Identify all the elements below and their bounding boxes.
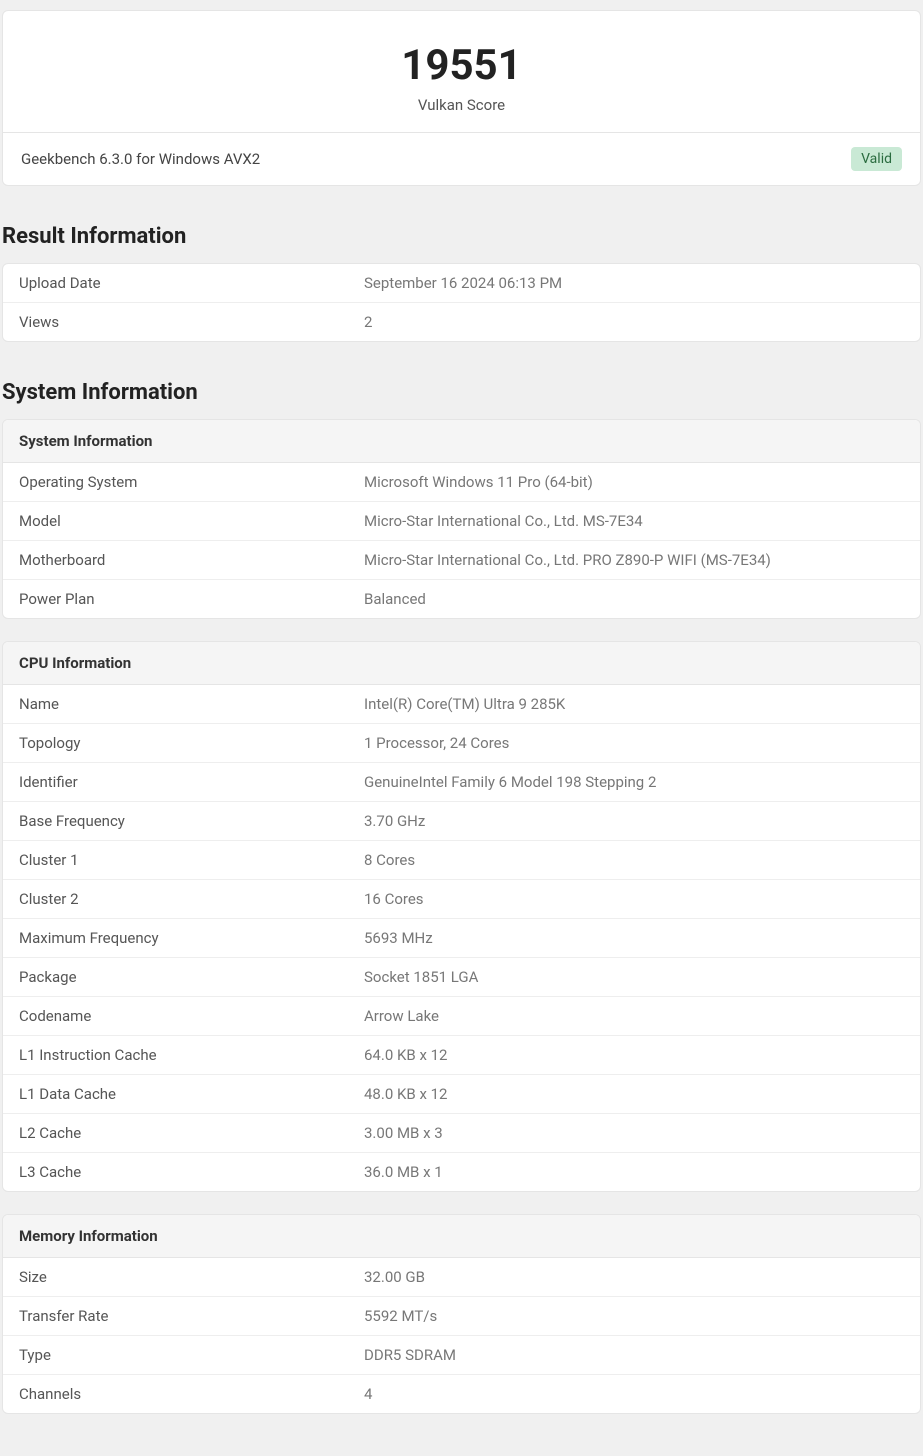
- row-val: September 16 2024 06:13 PM: [364, 274, 904, 292]
- result-table: Upload Date September 16 2024 06:13 PM V…: [2, 263, 921, 342]
- row-val: 2: [364, 313, 904, 331]
- row-key: Upload Date: [19, 274, 364, 292]
- row-key: Codename: [19, 1007, 364, 1025]
- table-header: CPU Information: [3, 642, 920, 685]
- row-val: 16 Cores: [364, 890, 904, 908]
- table-row: Cluster 1 8 Cores: [3, 841, 920, 880]
- row-key: L1 Data Cache: [19, 1085, 364, 1103]
- row-key: L3 Cache: [19, 1163, 364, 1181]
- score-value: 19551: [3, 41, 920, 90]
- table-row: Name Intel(R) Core(TM) Ultra 9 285K: [3, 685, 920, 724]
- memory-info-table: Memory Information Size 32.00 GB Transfe…: [2, 1214, 921, 1414]
- row-key: Cluster 1: [19, 851, 364, 869]
- row-val: Micro-Star International Co., Ltd. PRO Z…: [364, 551, 904, 569]
- row-val: DDR5 SDRAM: [364, 1346, 904, 1364]
- row-key: Channels: [19, 1385, 364, 1403]
- row-key: Cluster 2: [19, 890, 364, 908]
- table-row: Base Frequency 3.70 GHz: [3, 802, 920, 841]
- table-row: Codename Arrow Lake: [3, 997, 920, 1036]
- row-val: 32.00 GB: [364, 1268, 904, 1286]
- row-val: 36.0 MB x 1: [364, 1163, 904, 1181]
- table-row: Size 32.00 GB: [3, 1258, 920, 1297]
- table-row: Upload Date September 16 2024 06:13 PM: [3, 264, 920, 303]
- table-row: Motherboard Micro-Star International Co.…: [3, 541, 920, 580]
- row-key: Maximum Frequency: [19, 929, 364, 947]
- table-row: L1 Data Cache 48.0 KB x 12: [3, 1075, 920, 1114]
- row-val: 5592 MT/s: [364, 1307, 904, 1325]
- row-val: 5693 MHz: [364, 929, 904, 947]
- row-key: Size: [19, 1268, 364, 1286]
- version-text: Geekbench 6.3.0 for Windows AVX2: [21, 150, 260, 168]
- row-key: L1 Instruction Cache: [19, 1046, 364, 1064]
- system-heading: System Information: [2, 380, 923, 405]
- table-row: Cluster 2 16 Cores: [3, 880, 920, 919]
- table-row: Channels 4: [3, 1375, 920, 1413]
- row-key: Type: [19, 1346, 364, 1364]
- row-val: 4: [364, 1385, 904, 1403]
- row-key: Identifier: [19, 773, 364, 791]
- row-val: 8 Cores: [364, 851, 904, 869]
- table-header: Memory Information: [3, 1215, 920, 1258]
- row-key: Operating System: [19, 473, 364, 491]
- row-val: Microsoft Windows 11 Pro (64-bit): [364, 473, 904, 491]
- row-val: GenuineIntel Family 6 Model 198 Stepping…: [364, 773, 904, 791]
- row-val: Intel(R) Core(TM) Ultra 9 285K: [364, 695, 904, 713]
- score-top: 19551 Vulkan Score: [3, 11, 920, 132]
- score-footer: Geekbench 6.3.0 for Windows AVX2 Valid: [3, 132, 920, 185]
- table-row: L3 Cache 36.0 MB x 1: [3, 1153, 920, 1191]
- score-card: 19551 Vulkan Score Geekbench 6.3.0 for W…: [2, 10, 921, 186]
- row-key: Base Frequency: [19, 812, 364, 830]
- row-key: Package: [19, 968, 364, 986]
- status-badge: Valid: [851, 147, 902, 171]
- row-key: Topology: [19, 734, 364, 752]
- table-row: L1 Instruction Cache 64.0 KB x 12: [3, 1036, 920, 1075]
- row-key: Motherboard: [19, 551, 364, 569]
- table-row: Maximum Frequency 5693 MHz: [3, 919, 920, 958]
- row-val: Arrow Lake: [364, 1007, 904, 1025]
- table-row: Topology 1 Processor, 24 Cores: [3, 724, 920, 763]
- table-row: Views 2: [3, 303, 920, 341]
- row-val: 64.0 KB x 12: [364, 1046, 904, 1064]
- row-key: L2 Cache: [19, 1124, 364, 1142]
- table-row: Type DDR5 SDRAM: [3, 1336, 920, 1375]
- table-row: Model Micro-Star International Co., Ltd.…: [3, 502, 920, 541]
- row-val: Balanced: [364, 590, 904, 608]
- result-heading: Result Information: [2, 224, 923, 249]
- row-key: Views: [19, 313, 364, 331]
- cpu-info-table: CPU Information Name Intel(R) Core(TM) U…: [2, 641, 921, 1192]
- row-val: 3.70 GHz: [364, 812, 904, 830]
- row-val: Micro-Star International Co., Ltd. MS-7E…: [364, 512, 904, 530]
- row-key: Power Plan: [19, 590, 364, 608]
- row-val: 1 Processor, 24 Cores: [364, 734, 904, 752]
- table-row: Package Socket 1851 LGA: [3, 958, 920, 997]
- row-key: Transfer Rate: [19, 1307, 364, 1325]
- table-row: Operating System Microsoft Windows 11 Pr…: [3, 463, 920, 502]
- table-header: System Information: [3, 420, 920, 463]
- table-row: Power Plan Balanced: [3, 580, 920, 618]
- score-label: Vulkan Score: [3, 96, 920, 114]
- row-val: 48.0 KB x 12: [364, 1085, 904, 1103]
- row-key: Model: [19, 512, 364, 530]
- row-key: Name: [19, 695, 364, 713]
- table-row: Transfer Rate 5592 MT/s: [3, 1297, 920, 1336]
- row-val: 3.00 MB x 3: [364, 1124, 904, 1142]
- table-row: L2 Cache 3.00 MB x 3: [3, 1114, 920, 1153]
- table-row: Identifier GenuineIntel Family 6 Model 1…: [3, 763, 920, 802]
- row-val: Socket 1851 LGA: [364, 968, 904, 986]
- system-info-table: System Information Operating System Micr…: [2, 419, 921, 619]
